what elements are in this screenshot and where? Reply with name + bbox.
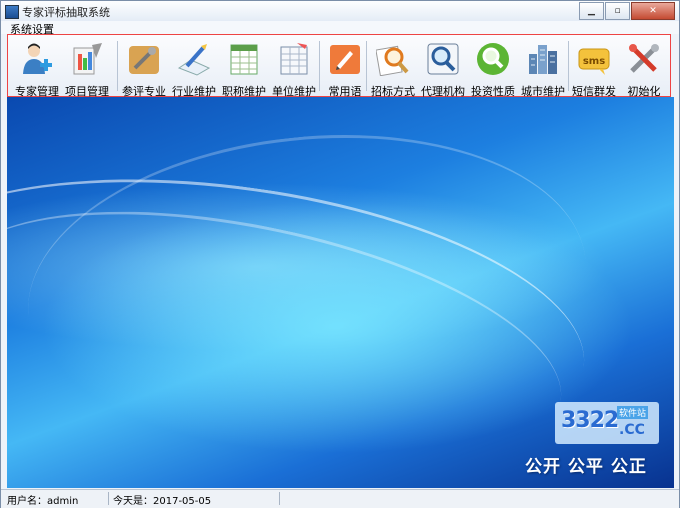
- toolbar-bidding-method[interactable]: 招标方式: [369, 37, 417, 98]
- toolbar-title[interactable]: 职称维护: [220, 37, 268, 98]
- phrase-icon: [330, 45, 360, 74]
- toolbar-expert-management[interactable]: 专家管理: [13, 37, 61, 98]
- window-title: 专家评标抽取系统: [22, 6, 110, 19]
- close-button[interactable]: ✕: [631, 2, 675, 20]
- city-buildings-icon: [529, 45, 557, 74]
- title-sheet-icon: [230, 44, 258, 75]
- status-username: 用户名：admin: [4, 492, 109, 507]
- toolbar-specialty[interactable]: 参评专业: [120, 37, 168, 98]
- agency-search-icon: [427, 43, 459, 75]
- main-workspace: 3322 软件站 .CC 公开 公平 公正: [7, 97, 674, 488]
- logo-brand: 3322: [561, 408, 619, 433]
- specialty-tools-icon: [129, 46, 159, 74]
- toolbar-city[interactable]: 城市维护: [519, 37, 567, 98]
- project-icon: [73, 43, 102, 75]
- logo-subtitle: 软件站: [617, 406, 649, 419]
- industry-icon: [177, 44, 211, 76]
- sms-icon: sms: [578, 48, 610, 75]
- bid-search-icon: [376, 45, 409, 76]
- status-bar: 用户名：admin 今天是：2017-05-05: [1, 489, 679, 508]
- toolbar-initialize[interactable]: 初始化: [620, 37, 668, 98]
- logo-domain: .CC: [619, 422, 645, 438]
- menu-bar: 系统设置: [1, 21, 679, 36]
- expert-user-icon: [23, 43, 52, 74]
- toolbar: 专家管理 项目管理 参评专业 行业维护 职称维护 单位维护 常用语 招标方式 代…: [7, 34, 671, 98]
- unit-sheet-icon: [280, 43, 308, 75]
- title-bar: 专家评标抽取系统 ▁ ▫ ✕: [1, 1, 679, 22]
- init-tools-icon: [629, 44, 659, 73]
- toolbar-project-management[interactable]: 项目管理: [63, 37, 111, 98]
- toolbar-investment[interactable]: 投资性质: [469, 37, 517, 98]
- watermark-logo: 3322 软件站 .CC: [555, 402, 659, 444]
- toolbar-phrases[interactable]: 常用语: [321, 37, 369, 98]
- slogan-text: 公开 公平 公正: [525, 457, 647, 477]
- svg-text:sms: sms: [583, 56, 605, 67]
- status-date: 今天是：2017-05-05: [110, 492, 280, 507]
- toolbar-industry[interactable]: 行业维护: [170, 37, 218, 98]
- maximize-button[interactable]: ▫: [605, 2, 630, 20]
- app-window: 专家评标抽取系统 ▁ ▫ ✕ 系统设置 专家管理 项目管理 参评专业 行业维护 …: [0, 0, 680, 508]
- toolbar-agency[interactable]: 代理机构: [419, 37, 467, 98]
- toolbar-sms[interactable]: sms 短信群发: [570, 37, 618, 98]
- minimize-button[interactable]: ▁: [579, 2, 604, 20]
- investment-search-icon: [477, 43, 509, 75]
- toolbar-unit[interactable]: 单位维护: [270, 37, 318, 98]
- app-icon: [5, 5, 19, 19]
